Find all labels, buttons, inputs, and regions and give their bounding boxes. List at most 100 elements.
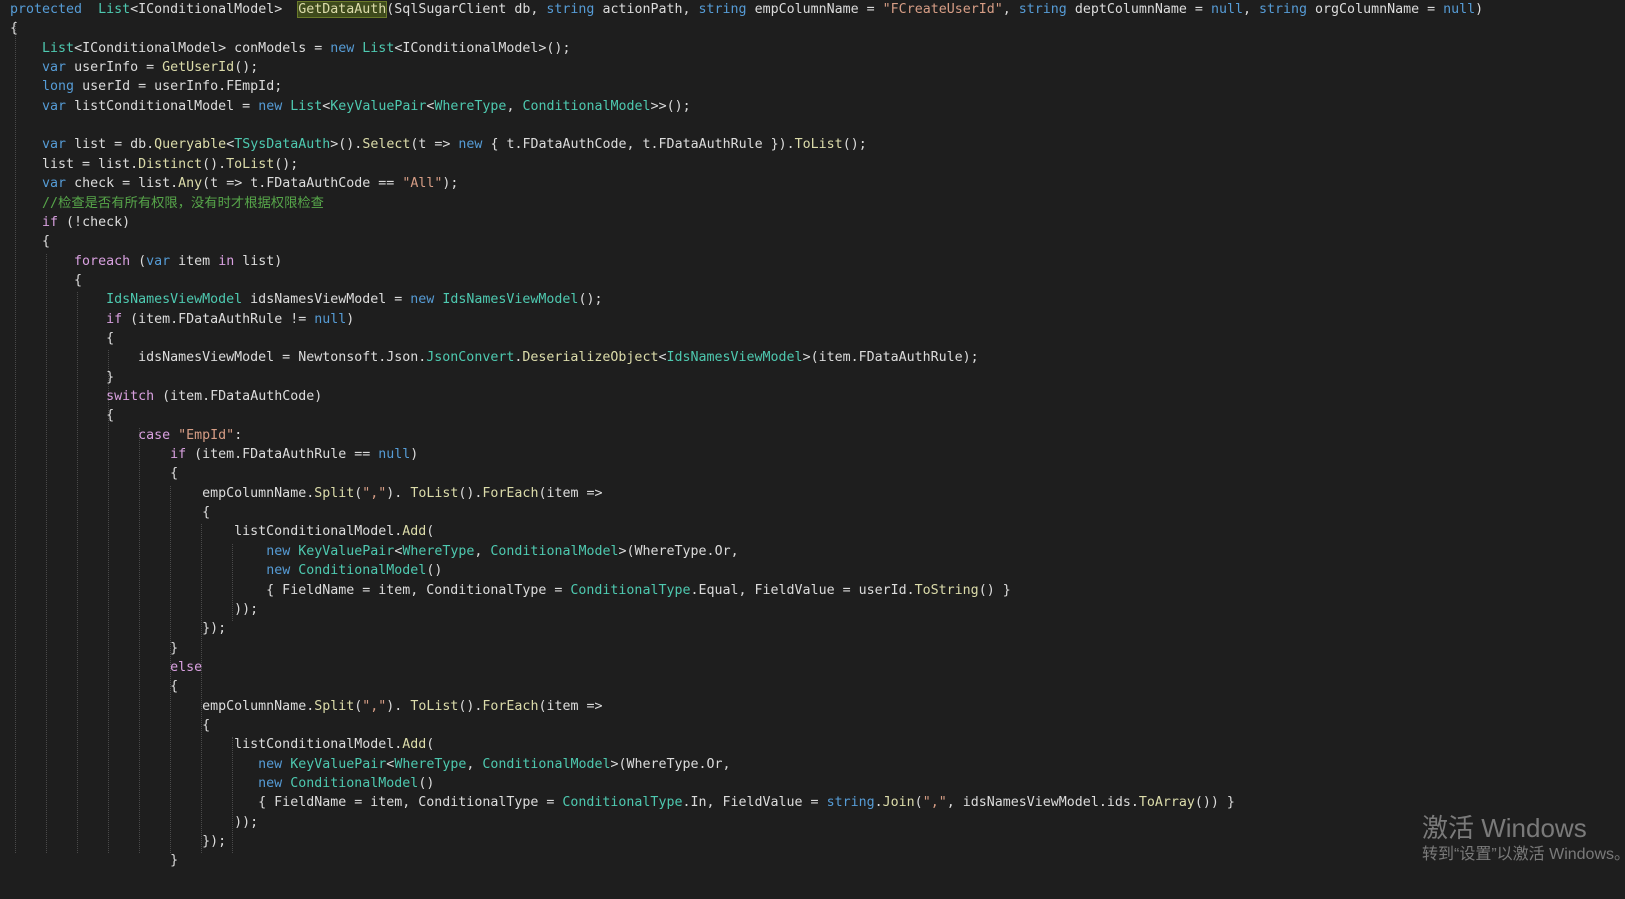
code-token: new xyxy=(330,40,355,56)
code-token: IdsNamesViewModel xyxy=(442,292,579,308)
code-token: } xyxy=(10,640,179,656)
code-token: new xyxy=(410,292,435,308)
code-line[interactable]: if (item.FDataAuthRule == null) xyxy=(0,445,418,465)
code-line[interactable]: { xyxy=(0,329,114,349)
code-token: JsonConvert xyxy=(426,350,515,366)
code-line[interactable]: //检查是否有所有权限，没有时才根据权限检查 xyxy=(0,194,324,214)
code-line[interactable]: { xyxy=(0,503,210,523)
code-token: ConditionalModel xyxy=(522,98,651,114)
code-line[interactable]: new ConditionalModel() xyxy=(0,774,434,794)
code-line[interactable]: )); xyxy=(0,813,258,833)
code-token: ConditionalModel xyxy=(490,543,619,559)
code-token: List xyxy=(290,98,323,114)
code-token: new xyxy=(258,776,283,791)
code-token: (!check) xyxy=(58,214,131,230)
code-token: else xyxy=(170,659,203,675)
code-line[interactable]: list = list.Distinct().ToList(); xyxy=(0,155,298,175)
code-line[interactable]: { xyxy=(0,271,82,291)
code-token: actionPath, xyxy=(594,2,699,17)
code-token: ); xyxy=(442,176,459,192)
code-line[interactable]: var userInfo = GetUserId(); xyxy=(0,58,258,78)
code-line[interactable]: empColumnName.Split(","). ToList().ForEa… xyxy=(0,484,602,504)
code-line[interactable]: if (item.FDataAuthRule != null) xyxy=(0,310,354,330)
code-token: new xyxy=(258,756,283,772)
code-line[interactable]: { xyxy=(0,19,18,39)
code-line[interactable]: List<IConditionalModel> conModels = new … xyxy=(0,39,570,59)
code-line[interactable]: var check = list.Any(t => t.FDataAuthCod… xyxy=(0,174,458,194)
code-line[interactable]: var list = db.Queryable<TSysDataAuth>().… xyxy=(0,135,867,155)
code-token: var xyxy=(42,176,67,192)
code-token: >(item.FDataAuthRule); xyxy=(802,350,979,366)
code-line[interactable]: }); xyxy=(0,832,226,852)
code-token: Split xyxy=(314,698,355,714)
code-token: (item => xyxy=(538,698,603,714)
code-line[interactable]: var listConditionalModel = new List<KeyV… xyxy=(0,97,691,117)
code-line[interactable]: { xyxy=(0,716,210,736)
code-token: idsNamesViewModel = xyxy=(242,292,411,308)
code-line[interactable]: new ConditionalModel() xyxy=(0,561,442,581)
code-token: null xyxy=(1210,2,1243,17)
code-token: KeyValuePair xyxy=(330,98,427,114)
code-line[interactable]: new KeyValuePair<WhereType, ConditionalM… xyxy=(0,542,738,562)
code-token: userId = userInfo.FEmpId; xyxy=(74,79,283,95)
code-token: WhereType xyxy=(402,543,475,559)
code-token: "," xyxy=(362,698,387,714)
code-token: ) xyxy=(1475,2,1484,17)
code-line[interactable]: { FieldName = item, ConditionalType = Co… xyxy=(0,793,1235,813)
code-token: ConditionalModel xyxy=(290,776,419,791)
code-line[interactable]: } xyxy=(0,851,178,871)
code-token: ConditionalModel xyxy=(298,563,427,579)
code-line[interactable]: long userId = userInfo.FEmpId; xyxy=(0,77,282,97)
code-line[interactable]: )); xyxy=(0,600,258,620)
code-line[interactable]: IdsNamesViewModel idsNamesViewModel = ne… xyxy=(0,290,602,310)
code-token: Queryable xyxy=(154,137,227,153)
code-token: DeserializeObject xyxy=(522,350,659,366)
code-token: "," xyxy=(362,485,387,501)
code-line[interactable] xyxy=(0,116,10,136)
code-editor[interactable]: protected List<IConditionalModel> GetDat… xyxy=(0,0,1625,899)
code-line[interactable]: if (!check) xyxy=(0,213,130,233)
code-line[interactable]: } xyxy=(0,639,178,659)
code-token: "All" xyxy=(402,176,443,192)
code-line[interactable]: { xyxy=(0,677,178,697)
code-token: if xyxy=(106,311,123,327)
code-line[interactable]: listConditionalModel.Add( xyxy=(0,735,434,755)
code-token: listConditionalModel = xyxy=(66,98,259,114)
code-token: long xyxy=(42,79,75,95)
code-line[interactable]: { xyxy=(0,232,50,252)
code-token: { xyxy=(10,717,211,733)
code-token: new xyxy=(258,98,283,114)
code-line[interactable]: protected List<IConditionalModel> GetDat… xyxy=(0,0,1483,20)
code-token: ()) } xyxy=(1194,795,1235,811)
code-token: in xyxy=(218,253,235,269)
code-line[interactable]: }); xyxy=(0,619,226,639)
code-line[interactable]: { xyxy=(0,464,178,484)
code-line[interactable]: listConditionalModel.Add( xyxy=(0,522,434,542)
code-token: )); xyxy=(10,601,259,617)
code-line[interactable]: foreach (var item in list) xyxy=(0,252,282,272)
code-token: ToArray xyxy=(1138,795,1195,811)
code-token: list = db. xyxy=(66,137,155,153)
code-line[interactable]: new KeyValuePair<WhereType, ConditionalM… xyxy=(0,755,730,775)
code-token: (); xyxy=(234,60,259,76)
code-token: Add xyxy=(402,524,427,540)
code-line[interactable]: else xyxy=(0,658,202,678)
code-line[interactable]: empColumnName.Split(","). ToList().ForEa… xyxy=(0,697,603,717)
code-token: "EmpId" xyxy=(178,427,235,443)
code-token: deptColumnName = xyxy=(1066,2,1211,17)
code-line[interactable]: case "EmpId": xyxy=(0,426,242,446)
code-line[interactable]: idsNamesViewModel = Newtonsoft.Json.Json… xyxy=(0,348,979,368)
code-line[interactable]: switch (item.FDataAuthCode) xyxy=(0,387,322,407)
code-token: string xyxy=(1018,2,1067,17)
code-line[interactable]: } xyxy=(0,368,114,388)
code-token: , xyxy=(1002,2,1019,17)
code-line[interactable]: { FieldName = item, ConditionalType = Co… xyxy=(0,581,1011,601)
code-line[interactable]: { xyxy=(0,406,114,426)
code-token: string xyxy=(698,2,747,17)
